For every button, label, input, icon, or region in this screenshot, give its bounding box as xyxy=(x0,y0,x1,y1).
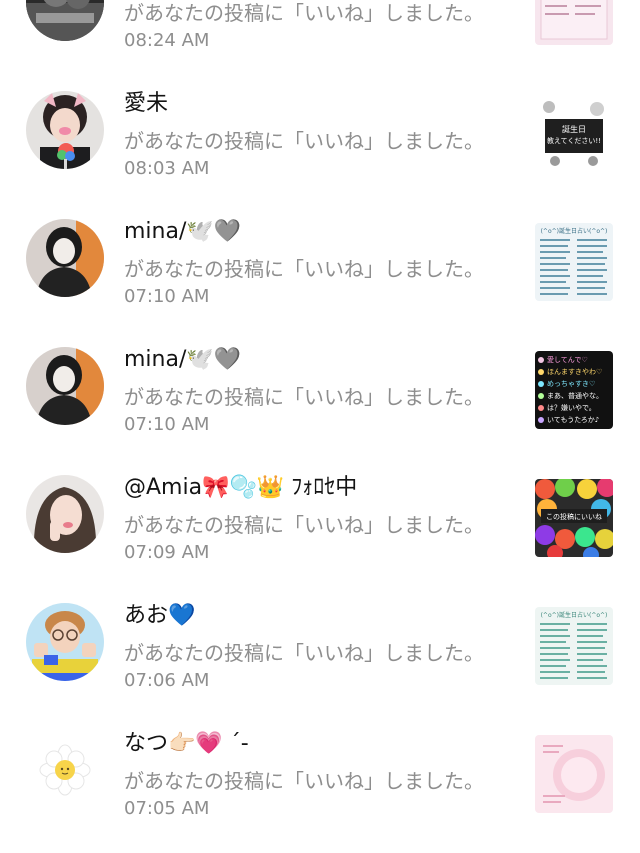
notification-row[interactable]: @Amia🎀🫧👑 ﾌｫﾛｾ中 があなたの投稿に「いいね」しました。 07:09 … xyxy=(0,475,640,603)
profile-photo-icon xyxy=(26,603,104,681)
notification-row[interactable]: があなたの投稿に「いいね」しました。 08:24 AM xyxy=(0,0,640,91)
notification-time: 07:06 AM xyxy=(124,670,210,691)
profile-photo-icon xyxy=(26,347,104,425)
post-thumbnail-icon: 誕生日 教えてください!! xyxy=(535,95,613,173)
svg-text:この投稿にいいね: この投稿にいいね xyxy=(546,512,602,521)
notification-row[interactable]: mina/🕊️🩶 があなたの投稿に「いいね」しました。 07:10 AM (^o… xyxy=(0,219,640,347)
notification-message: があなたの投稿に「いいね」しました。 xyxy=(124,1,484,25)
notification-row[interactable]: あお💙 があなたの投稿に「いいね」しました。 07:06 AM (^o^)誕生日… xyxy=(0,603,640,731)
post-thumbnail[interactable] xyxy=(535,735,613,813)
notification-time: 08:03 AM xyxy=(124,158,210,179)
user-name[interactable]: mina/🕊️🩶 xyxy=(124,217,241,247)
post-thumbnail[interactable]: 愛してんで♡ ほんますきやわ♡ めっちゃすき♡ まあ、普通やな。 は？嫌いやで。… xyxy=(535,351,613,429)
profile-photo-icon xyxy=(26,475,104,553)
post-thumbnail-icon: (^o^)誕生日占い(^o^) xyxy=(535,223,613,301)
post-thumbnail-icon: 愛してんで♡ ほんますきやわ♡ めっちゃすき♡ まあ、普通やな。 は？嫌いやで。… xyxy=(535,351,613,429)
notification-time: 07:10 AM xyxy=(124,414,210,435)
post-thumbnail[interactable]: 誕生日 教えてください!! xyxy=(535,95,613,173)
avatar[interactable] xyxy=(26,0,104,41)
post-thumbnail[interactable]: (^o^)誕生日占い(^o^) xyxy=(535,223,613,301)
notification-row[interactable]: mina/🕊️🩶 があなたの投稿に「いいね」しました。 07:10 AM 愛して… xyxy=(0,347,640,475)
avatar[interactable] xyxy=(26,603,104,681)
notification-time: 07:09 AM xyxy=(124,542,210,563)
profile-photo-icon xyxy=(26,91,104,169)
user-name[interactable]: 愛未 xyxy=(124,89,168,119)
svg-text:ほんますきやわ♡: ほんますきやわ♡ xyxy=(547,368,602,376)
notification-message: があなたの投稿に「いいね」しました。 xyxy=(124,129,484,153)
post-thumbnail[interactable]: (^o^)誕生日占い(^o^) xyxy=(535,607,613,685)
svg-text:まあ、普通やな。: まあ、普通やな。 xyxy=(547,391,603,400)
post-thumbnail-icon xyxy=(535,0,613,45)
notification-message: があなたの投稿に「いいね」しました。 xyxy=(124,257,484,281)
notification-message: があなたの投稿に「いいね」しました。 xyxy=(124,641,484,665)
notification-row[interactable]: 愛未 があなたの投稿に「いいね」しました。 08:03 AM 誕生日 教えてくだ… xyxy=(0,91,640,219)
notification-time: 08:24 AM xyxy=(124,30,210,51)
notification-message: があなたの投稿に「いいね」しました。 xyxy=(124,769,484,793)
profile-photo-icon xyxy=(26,0,104,41)
svg-text:愛してんで♡: 愛してんで♡ xyxy=(547,355,588,364)
post-thumbnail-icon xyxy=(535,735,613,813)
avatar[interactable] xyxy=(26,91,104,169)
post-thumbnail-icon: (^o^)誕生日占い(^o^) xyxy=(535,607,613,685)
notification-time: 07:05 AM xyxy=(124,798,210,819)
avatar[interactable] xyxy=(26,219,104,297)
notification-list: があなたの投稿に「いいね」しました。 08:24 AM 愛未 があなたの投稿に「… xyxy=(0,0,640,853)
post-thumbnail[interactable]: この投稿にいいね xyxy=(535,479,613,557)
profile-photo-icon xyxy=(26,731,104,809)
user-name[interactable]: あお💙 xyxy=(124,601,195,631)
notification-row[interactable]: なつ👉🏻💗 ˊ- があなたの投稿に「いいね」しました。 07:05 AM xyxy=(0,731,640,853)
user-name[interactable]: なつ👉🏻💗 ˊ- xyxy=(124,729,249,759)
avatar[interactable] xyxy=(26,475,104,553)
notification-message: があなたの投稿に「いいね」しました。 xyxy=(124,385,484,409)
avatar[interactable] xyxy=(26,347,104,425)
post-thumbnail-icon: この投稿にいいね xyxy=(535,479,613,557)
svg-text:(^o^)誕生日占い(^o^): (^o^)誕生日占い(^o^) xyxy=(541,227,608,235)
svg-text:誕生日: 誕生日 xyxy=(562,124,586,134)
post-thumbnail[interactable] xyxy=(535,0,613,45)
svg-text:(^o^)誕生日占い(^o^): (^o^)誕生日占い(^o^) xyxy=(541,611,608,619)
notification-message: があなたの投稿に「いいね」しました。 xyxy=(124,513,484,537)
user-name[interactable]: @Amia🎀🫧👑 ﾌｫﾛｾ中 xyxy=(124,473,357,503)
svg-text:は？嫌いやで。: は？嫌いやで。 xyxy=(547,403,596,412)
notification-time: 07:10 AM xyxy=(124,286,210,307)
svg-text:いてもうたろか♪: いてもうたろか♪ xyxy=(547,416,599,424)
profile-photo-icon xyxy=(26,219,104,297)
avatar[interactable] xyxy=(26,731,104,809)
user-name[interactable]: mina/🕊️🩶 xyxy=(124,345,241,375)
svg-text:めっちゃすき♡: めっちゃすき♡ xyxy=(547,380,595,388)
svg-text:教えてください!!: 教えてください!! xyxy=(547,136,601,145)
